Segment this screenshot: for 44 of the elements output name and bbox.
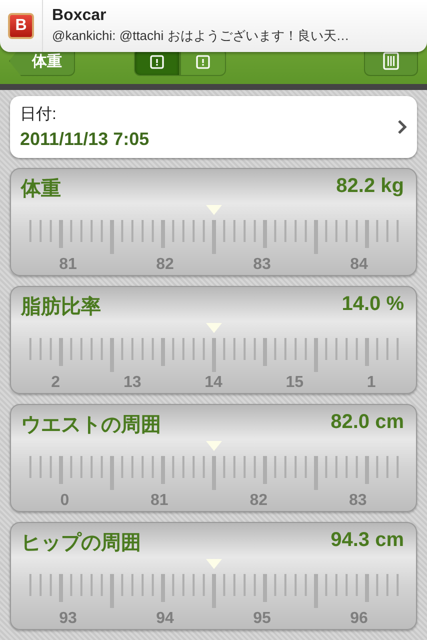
scale-label: 94: [156, 610, 174, 628]
note-icon: [196, 55, 210, 69]
pointer-icon: [204, 204, 222, 216]
ruler-card[interactable]: 体重 82.2 kg 81 82 83 84: [10, 168, 417, 276]
scale-label: 93: [59, 610, 77, 628]
scale-label: 83: [348, 492, 367, 510]
date-value: 2011/11/13 7:05: [20, 129, 150, 150]
scale-label: 81: [150, 492, 168, 510]
scale-label: 82: [250, 492, 268, 510]
measurement-name: 体重: [21, 177, 61, 202]
scale-label: 15: [286, 374, 304, 392]
ruler-card[interactable]: 脂肪比率 14.0 % 2 13 14 15 1: [10, 286, 417, 394]
notification-banner[interactable]: B Boxcar @kankichi: @ttachi おはようございます！良い天…: [0, 0, 427, 52]
measurement-reading: 82.2 kg: [336, 175, 404, 199]
note-icon: [150, 55, 164, 69]
scale-label: 83: [253, 256, 271, 274]
measurement-reading: 82.0 cm: [330, 411, 404, 435]
scale-label: 2: [51, 374, 60, 392]
scale-label: 14: [204, 374, 222, 392]
app-icon: B: [8, 13, 34, 39]
pointer-icon: [204, 558, 222, 570]
ruler-card[interactable]: ウエストの周囲 82.0 cm 0 81 82 83: [10, 404, 417, 512]
scale-label: 1: [366, 374, 376, 392]
ruler-card[interactable]: ヒップの周囲 94.3 cm 93 94 95 96: [10, 522, 417, 630]
chevron-icon: [397, 119, 407, 135]
pointer-icon: [204, 322, 222, 334]
scale-label: 0: [60, 492, 70, 510]
measurement-name: ウエストの周囲: [21, 413, 161, 438]
notification-title: Boxcar: [52, 7, 108, 25]
scale-label: 96: [350, 610, 368, 628]
scale-label: 81: [59, 256, 77, 274]
scale-label: 95: [253, 610, 271, 628]
date-label: 日付:: [20, 105, 58, 125]
date-row[interactable]: 日付: 2011/11/13 7:05: [10, 96, 417, 158]
scale-label: 13: [123, 374, 142, 392]
measurement-reading: 94.3 cm: [330, 529, 404, 553]
measurement-reading: 14.0 %: [342, 293, 404, 317]
measurement-name: 脂肪比率: [21, 294, 101, 320]
trash-icon: [383, 52, 399, 70]
scale-label: 82: [156, 256, 174, 274]
pointer-icon: [204, 440, 222, 452]
notification-message: @kankichi: @ttachi おはようございます！良い天…: [52, 27, 350, 45]
scale-label: 84: [350, 256, 368, 274]
measurement-name: ヒップの周囲: [21, 530, 141, 556]
